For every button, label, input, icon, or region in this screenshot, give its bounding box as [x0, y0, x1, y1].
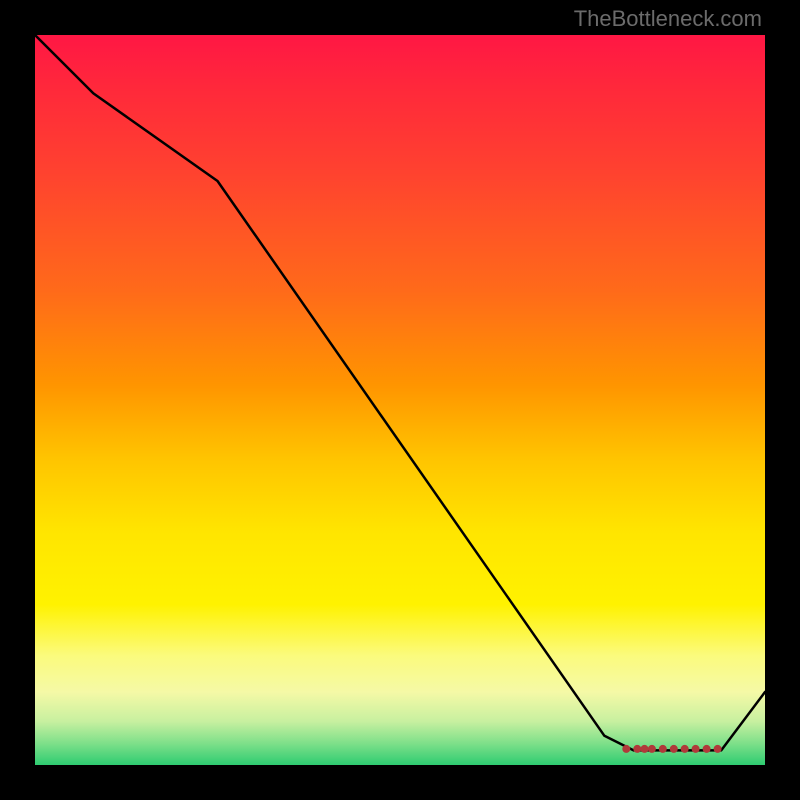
optimal-marker: [681, 745, 689, 753]
optimal-marker: [659, 745, 667, 753]
optimal-marker: [670, 745, 678, 753]
optimal-marker: [703, 745, 711, 753]
optimal-marker: [641, 745, 649, 753]
optimal-marker: [648, 745, 656, 753]
bottleneck-curve: [35, 35, 765, 750]
optimal-marker: [633, 745, 641, 753]
optimal-marker: [622, 745, 630, 753]
line-chart-svg: [35, 35, 765, 765]
plot-area: [35, 35, 765, 765]
optimal-marker: [692, 745, 700, 753]
watermark-label: TheBottleneck.com: [574, 6, 762, 32]
optimal-zone-markers: [622, 745, 721, 753]
chart-frame: TheBottleneck.com: [0, 0, 800, 800]
optimal-marker: [714, 745, 722, 753]
